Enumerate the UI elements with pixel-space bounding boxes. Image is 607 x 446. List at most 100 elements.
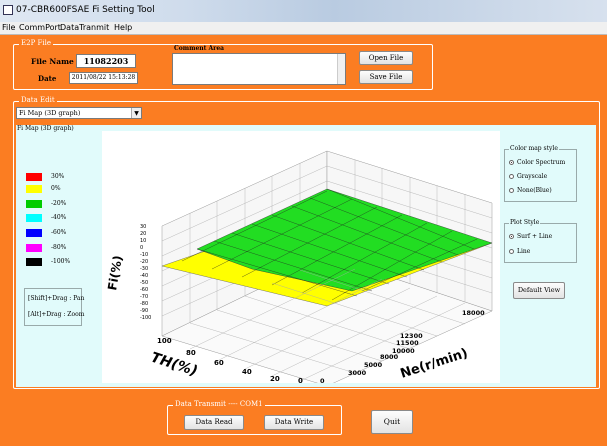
color-map-style-label: Color map style <box>509 145 559 152</box>
e2p-file-group: E2P File File Name 11082203 Date 2011/08… <box>13 39 433 90</box>
radio-none-blue[interactable]: None(Blue) <box>509 187 552 194</box>
radio-icon <box>509 249 514 254</box>
legend-swatch-cyan <box>26 214 42 222</box>
ne-tick-label: 11500 <box>396 339 419 347</box>
data-transmit-group: Data Transmit ---- COM1 Data Read Data W… <box>167 400 342 435</box>
pan-help: [Shift]+Drag : Pan <box>28 295 85 302</box>
file-name-label: File Name <box>31 57 74 66</box>
radio-label: Surf + Line <box>517 233 553 240</box>
date-field[interactable]: 2011/08/22 15:13:28 <box>69 72 138 84</box>
z-tick-label: 20 <box>140 231 146 237</box>
z-tick-label: -60 <box>140 287 148 293</box>
data-transmit-label: Data Transmit ---- COM1 <box>173 400 265 408</box>
radio-selected-icon <box>509 160 514 165</box>
legend-swatch-green <box>26 200 42 208</box>
radio-label: Color Spectrum <box>517 159 566 166</box>
ne-tick-label: 5000 <box>364 361 383 369</box>
legend-swatch-red <box>26 173 42 181</box>
radio-icon <box>509 188 514 193</box>
z-tick-label: 10 <box>140 238 146 244</box>
legend-swatch-blue <box>26 229 42 237</box>
z-tick-label: -40 <box>140 273 148 279</box>
z-tick-label: 0 <box>140 245 143 251</box>
e2p-group-label: E2P File <box>19 39 53 47</box>
z-tick-label: -90 <box>140 308 148 314</box>
radio-icon <box>509 174 514 179</box>
radio-grayscale[interactable]: Grayscale <box>509 173 547 180</box>
z-tick-label: -100 <box>140 315 151 321</box>
ne-tick-label: 3000 <box>348 369 367 377</box>
radio-line[interactable]: Line <box>509 248 530 255</box>
title-bar: 07-CBR600FSAE Fi Setting Tool <box>0 0 607 22</box>
z-tick-label: -70 <box>140 294 148 300</box>
th-tick-label: 80 <box>186 349 196 357</box>
comment-label: Comment Area <box>174 45 225 52</box>
z-tick-label: 30 <box>140 224 146 230</box>
menu-commport[interactable]: CommPort <box>19 23 61 32</box>
legend-label: -40% <box>51 214 67 221</box>
data-edit-label: Data Edit <box>19 96 57 104</box>
legend-label: 0% <box>51 185 61 192</box>
data-read-button[interactable]: Data Read <box>184 415 244 430</box>
th-tick-label: 40 <box>242 368 252 376</box>
legend-label: -20% <box>51 200 67 207</box>
menu-file[interactable]: File <box>2 23 15 32</box>
chevron-down-icon[interactable]: ▼ <box>131 108 141 118</box>
comment-scrollbar[interactable] <box>337 54 345 84</box>
plot-style-label: Plot Style <box>509 219 541 226</box>
file-name-field[interactable]: 11082203 <box>76 54 136 68</box>
radio-label: Grayscale <box>517 173 548 180</box>
open-file-button[interactable]: Open File <box>359 51 413 65</box>
graph-svg: 30 20 10 0 -10 -20 -30 -40 -50 -60 -70 -… <box>105 150 493 387</box>
legend-swatch-black <box>26 258 42 266</box>
th-tick-label: 0 <box>298 377 303 383</box>
menu-bar: File CommPort DataTranmit Help <box>0 22 607 35</box>
ne-tick-label: 0 <box>320 377 325 383</box>
quit-button[interactable]: Quit <box>371 410 413 434</box>
radio-selected-icon <box>509 234 514 239</box>
legend-label: -80% <box>51 244 67 251</box>
plot-style-group: Plot Style Surf + Line Line <box>504 219 577 263</box>
legend-label: -60% <box>51 229 67 236</box>
z-tick-label: -20 <box>140 259 148 265</box>
legend-label: 30% <box>51 173 65 180</box>
z-tick-label: -80 <box>140 301 148 307</box>
fi-map-3d-graph[interactable]: 30 20 10 0 -10 -20 -30 -40 -50 -60 -70 -… <box>102 131 500 387</box>
zoom-help: [Alt]+Drag : Zoom <box>28 311 85 318</box>
data-edit-select[interactable]: Fi Map (3D graph) ▼ <box>16 107 142 119</box>
navigation-help-box: [Shift]+Drag : Pan [Alt]+Drag : Zoom <box>24 288 85 326</box>
z-tick-label: -30 <box>140 266 148 272</box>
radio-surf-line[interactable]: Surf + Line <box>509 233 552 240</box>
default-view-button[interactable]: Default View <box>513 282 565 299</box>
fi-map-panel: Fi Map (3D graph) 30% 0% -20% -40% -60% <box>16 125 596 387</box>
date-label: Date <box>38 74 57 83</box>
th-tick-label: 20 <box>270 375 280 383</box>
data-write-button[interactable]: Data Write <box>264 415 324 430</box>
radio-label: Line <box>517 248 531 255</box>
fi-map-panel-label: Fi Map (3D graph) <box>17 125 74 132</box>
menu-help[interactable]: Help <box>114 23 132 32</box>
data-edit-group: Data Edit Fi Map (3D graph) ▼ Fi Map (3D… <box>13 96 600 389</box>
app-window: 07-CBR600FSAE Fi Setting Tool File CommP… <box>0 0 607 446</box>
ne-tick-label: 10000 <box>392 347 415 355</box>
app-icon <box>3 5 13 15</box>
radio-label: None(Blue) <box>517 187 552 194</box>
legend-swatch-yellow <box>26 185 42 193</box>
radio-color-spectrum[interactable]: Color Spectrum <box>509 159 565 166</box>
z-ticks: 30 20 10 0 -10 -20 -30 -40 -50 -60 -70 -… <box>140 224 151 321</box>
comment-area[interactable] <box>172 53 346 85</box>
z-axis-label: Fi(%) <box>105 254 125 291</box>
th-tick-label: 100 <box>157 337 172 345</box>
legend-swatch-magenta <box>26 244 42 252</box>
legend-label: -100% <box>51 258 71 265</box>
data-edit-selected: Fi Map (3D graph) <box>19 109 81 117</box>
window-title: 07-CBR600FSAE Fi Setting Tool <box>16 5 155 15</box>
ne-tick-label: 18000 <box>462 309 485 317</box>
save-file-button[interactable]: Save File <box>359 70 413 84</box>
menu-datatranmit[interactable]: DataTranmit <box>60 23 109 32</box>
z-tick-label: -10 <box>140 252 148 258</box>
z-tick-label: -50 <box>140 280 148 286</box>
ne-tick-label: 12300 <box>400 332 423 340</box>
color-map-style-group: Color map style Color Spectrum Grayscale… <box>504 145 577 202</box>
th-tick-label: 60 <box>214 359 224 367</box>
